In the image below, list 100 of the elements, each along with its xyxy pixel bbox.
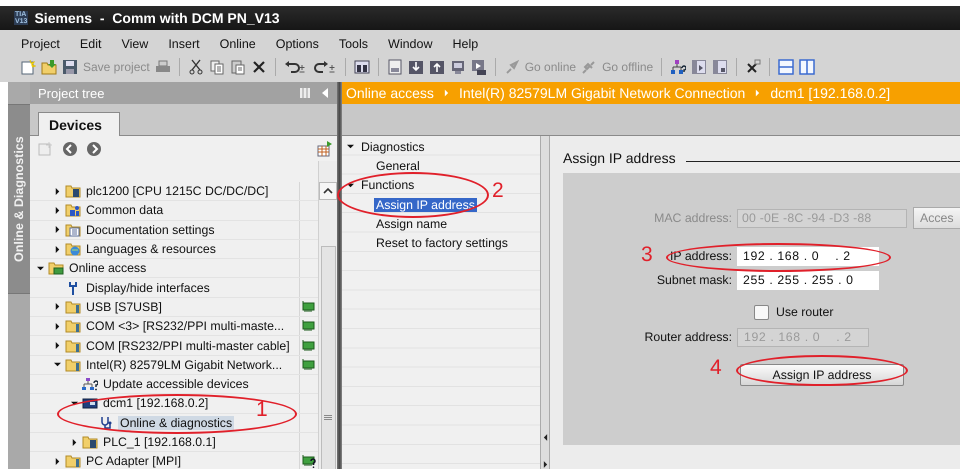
tree-item[interactable]: USB [S7USB]: [84, 300, 164, 314]
nav-item[interactable]: Assign name: [374, 216, 450, 231]
tree-item[interactable]: Online & diagnostics: [118, 416, 234, 430]
panel-title: Project tree: [38, 86, 106, 100]
tree-item[interactable]: Display/hide interfaces: [84, 280, 212, 295]
field-label: Router address:: [644, 330, 732, 344]
tree-item[interactable]: Online access: [67, 261, 148, 276]
annotation-number: 2: [492, 179, 504, 203]
annotation-number: 1: [256, 398, 268, 422]
scrollbar-thumb[interactable]: [320, 246, 336, 469]
device-folder-icon: [82, 435, 98, 449]
tree-item[interactable]: Documentation settings: [84, 222, 217, 237]
tree-item[interactable]: COM [RS232/PPI multi-master cable]: [84, 338, 292, 353]
tree-item[interactable]: PC Adapter [MPI]: [84, 454, 184, 468]
chevron-right-icon: [755, 89, 760, 97]
expand-arrow-icon[interactable]: [54, 342, 61, 350]
device-folder-icon: [65, 454, 81, 468]
menu-item[interactable]: Help: [447, 37, 484, 54]
scroll-left-icon[interactable]: [542, 433, 548, 442]
collapse-arrow-icon[interactable]: [54, 361, 61, 368]
field-label: MAC address:: [654, 211, 732, 225]
scrollbar[interactable]: [540, 136, 550, 469]
menu-item[interactable]: Project: [16, 37, 65, 54]
tree-item[interactable]: PLC_1 [192.168.0.1]: [101, 435, 218, 449]
menu-item[interactable]: View: [116, 37, 154, 54]
nav-item[interactable]: Assign IP address: [374, 198, 477, 212]
tree-item[interactable]: COM <3> [RS232/PPI multi-maste...: [84, 319, 286, 334]
expand-arrow-icon[interactable]: [54, 246, 61, 253]
paste-icon[interactable]: [230, 58, 246, 74]
nav-item[interactable]: Reset to factory settings: [374, 236, 510, 250]
nav-item[interactable]: Diagnostics: [359, 140, 427, 154]
expand-arrow-icon[interactable]: [54, 206, 61, 214]
scroll-up-icon[interactable]: [319, 182, 337, 200]
scroll-right-icon[interactable]: [542, 460, 548, 469]
network-folder-icon: [48, 261, 64, 276]
tree-item[interactable]: plc1200 [CPU 1215C DC/DC/DC]: [84, 184, 270, 198]
upload-from-device-icon[interactable]: [428, 58, 445, 74]
menu-item[interactable]: Edit: [74, 37, 106, 54]
panel-stop-icon[interactable]: [712, 58, 728, 74]
back-icon[interactable]: [62, 140, 78, 156]
device-icon: [82, 396, 98, 410]
expand-arrow-icon[interactable]: [54, 303, 61, 310]
tree-item[interactable]: Intel(R) 82579LM Gigabit Network...: [84, 358, 284, 372]
save-icon[interactable]: [62, 58, 78, 74]
expand-arrow-icon[interactable]: [54, 322, 61, 330]
redo-icon[interactable]: [312, 58, 337, 74]
new-project-icon[interactable]: [20, 58, 36, 74]
input-field[interactable]: 255 . 255 . 255 . 0: [737, 270, 879, 290]
copy-icon[interactable]: [208, 58, 225, 74]
collapse-arrow-icon[interactable]: [347, 143, 354, 150]
tree-item[interactable]: Common data: [84, 203, 166, 218]
split-horizontal-icon[interactable]: [778, 58, 794, 74]
expand-arrow-icon[interactable]: [54, 188, 61, 195]
close-window-icon[interactable]: [745, 58, 762, 74]
download-to-device-icon[interactable]: [408, 58, 424, 74]
menu-item[interactable]: Window: [383, 37, 438, 54]
menu-item[interactable]: Tools: [334, 37, 374, 54]
delete-icon[interactable]: [250, 58, 267, 74]
nav-item[interactable]: General: [374, 158, 422, 173]
table-arrow-icon[interactable]: [317, 140, 333, 156]
device-folder-icon: [65, 319, 81, 334]
annotation-number: 3: [641, 243, 653, 267]
print-icon[interactable]: [154, 58, 171, 74]
menu-item[interactable]: Insert: [163, 37, 205, 54]
scrollbar[interactable]: [318, 161, 337, 469]
forward-icon[interactable]: [86, 140, 102, 156]
expand-arrow-icon[interactable]: [54, 458, 61, 465]
device-folder-icon: [65, 338, 81, 353]
checkbox[interactable]: [754, 304, 769, 320]
section-heading: Assign IP address: [563, 150, 676, 166]
device-icon[interactable]: [450, 58, 466, 74]
input-field[interactable]: 192 . 168 . 0 . 2: [737, 246, 879, 266]
assign-ip-button[interactable]: Assign IP address: [740, 364, 904, 386]
menu-item[interactable]: Options: [270, 37, 324, 54]
simulation-icon[interactable]: [470, 58, 487, 74]
tree-item[interactable]: dcm1 [192.168.0.2]: [101, 396, 210, 410]
chevron-right-icon: [444, 89, 449, 97]
data-folder-icon: [65, 203, 81, 218]
network-question-icon: [82, 377, 98, 392]
tree-item[interactable]: Update accessible devices: [101, 377, 251, 392]
collapse-arrow-icon[interactable]: [37, 264, 44, 272]
globe-folder-icon: [65, 242, 81, 256]
collapse-arrow-icon[interactable]: [347, 182, 354, 189]
device-folder-icon: [65, 358, 81, 372]
network-question-icon[interactable]: [670, 58, 686, 74]
split-vertical-icon[interactable]: [799, 58, 816, 74]
tree-item[interactable]: Languages & resources: [84, 242, 218, 256]
cut-icon[interactable]: [188, 58, 204, 74]
device-folder-icon: [65, 300, 81, 314]
annotation-number: 4: [710, 356, 722, 380]
expand-arrow-icon[interactable]: [71, 438, 78, 446]
panel-play-icon[interactable]: [691, 58, 708, 74]
nav-item[interactable]: Functions: [359, 178, 416, 192]
open-folder-icon[interactable]: [41, 58, 57, 74]
expand-arrow-icon[interactable]: [54, 226, 61, 234]
tab[interactable]: Devices: [38, 112, 120, 136]
document-folder-icon: [65, 222, 81, 237]
field-label: Subnet mask:: [656, 273, 732, 287]
menu-item[interactable]: Online: [214, 37, 261, 54]
device-folder-icon: [65, 184, 81, 198]
